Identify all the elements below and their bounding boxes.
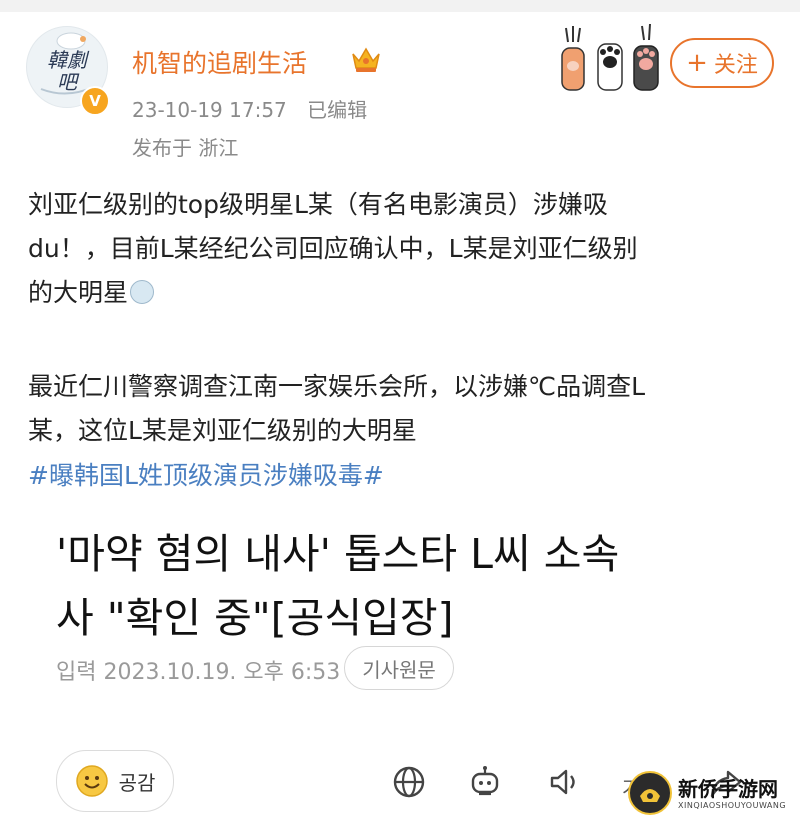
like-label: 공감 (118, 770, 156, 795)
article-headline: 사 "확인 중"[공식입장] (56, 594, 454, 642)
post-meta: 23-10-19 17:57 已编辑 (132, 94, 367, 123)
plus-icon: + (686, 48, 708, 78)
robot-icon[interactable] (467, 764, 503, 800)
smile-icon (75, 765, 108, 797)
post-timestamp: 23-10-19 17:57 (132, 98, 287, 122)
post-text-line: 某，这位L某是刘亚仁级别的大明星 (28, 416, 417, 445)
speaker-icon[interactable] (547, 764, 583, 800)
doraemon-emoji-icon (130, 280, 155, 304)
watermark-subtitle: XINQIAOSHOUYOUWANG (678, 800, 787, 810)
globe-icon[interactable] (391, 764, 427, 800)
status-bar (0, 0, 800, 12)
original-article-button[interactable]: 기사원문 (344, 646, 454, 690)
watermark: 新侨手游网 XINQIAOSHOUYOUWANG (628, 768, 800, 818)
verified-badge: V (80, 86, 110, 116)
like-button[interactable]: 공감 (56, 750, 174, 812)
post-text-line: 最近仁川警察调查江南一家娱乐会所，以涉嫌℃品调查L (28, 372, 646, 401)
hashtag-link[interactable]: #曝韩国L姓顶级演员涉嫌吸毒# (28, 456, 384, 492)
post-text-line: 的大明星 (28, 272, 778, 314)
post-location: 发布于 浙江 (132, 136, 239, 160)
watermark-logo-icon (628, 771, 672, 815)
post-text-line: 刘亚仁级别的top级明星L某（有名电影演员）涉嫌吸 (28, 190, 608, 219)
author-name[interactable]: 机智的追剧生活 (132, 44, 307, 80)
article-date: 입력 2023.10.19. 오후 6:53 (56, 660, 341, 685)
crown-icon (352, 47, 380, 72)
watermark-name: 新侨手游网 (678, 776, 778, 801)
post-text-line: du！，目前L某经纪公司回应确认中，L某是刘亚仁级别 (28, 234, 638, 263)
follow-label: 关注 (713, 53, 758, 78)
post-text-fragment: 的大明星 (28, 278, 129, 307)
follow-button[interactable]: + 关注 (670, 38, 774, 88)
cat-paws-decoration-icon (561, 23, 659, 91)
edited-label: 已编辑 (307, 98, 368, 122)
article-headline: '마약 혐의 내사' 톱스타 L씨 소속 (56, 530, 620, 578)
